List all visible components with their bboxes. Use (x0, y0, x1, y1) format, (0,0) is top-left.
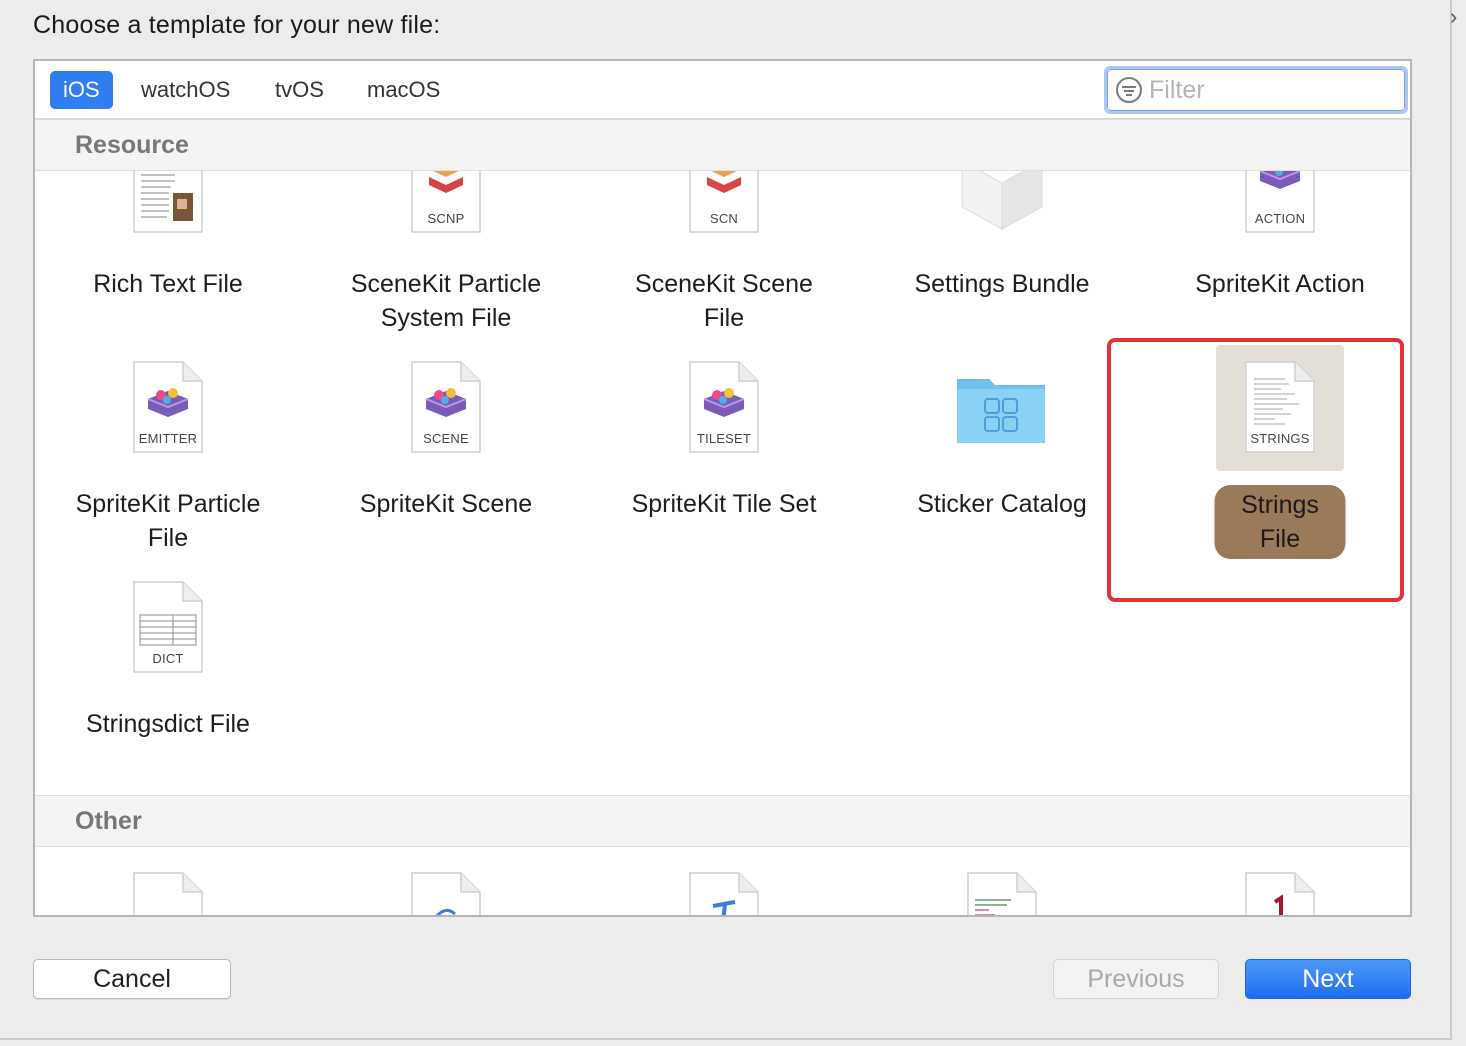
template-label: SpriteKit Particle (75, 490, 261, 518)
template-label: SpriteKit Scene (359, 490, 533, 518)
file-type-tag: SCENE (423, 431, 469, 446)
hammer-doc-icon[interactable] (689, 872, 759, 915)
filter-field[interactable] (1104, 66, 1408, 114)
template-strings-file[interactable]: STRINGS Strings File (1149, 345, 1410, 577)
filter-input[interactable] (1149, 74, 1399, 106)
strings-doc-icon: STRINGS (1245, 361, 1315, 453)
template-spritekit-tile-set[interactable]: TILESET SpriteKit Tile Set (593, 357, 855, 577)
template-label: SceneKit Scene (635, 270, 813, 298)
spritekit-doc-icon: SCENE (411, 361, 481, 453)
template-label: Rich Text File (93, 270, 243, 298)
template-rich-text-file[interactable]: Rich Text File (37, 171, 299, 341)
file-type-tag: TILESET (696, 431, 752, 446)
section-title-resource: Resource (75, 131, 189, 159)
swift-doc-icon[interactable] (411, 872, 481, 915)
spritekit-doc-icon: EMITTER (133, 361, 203, 453)
table-doc-icon: DICT (133, 581, 203, 673)
template-panel: iOS watchOS tvOS macOS Resource (33, 59, 1412, 917)
scenekit-doc-icon: SCN (689, 171, 759, 233)
template-label: SceneKit Particle (350, 270, 542, 298)
template-settings-bundle[interactable]: Settings Bundle (871, 171, 1133, 341)
spritekit-doc-icon: TILESET (689, 361, 759, 453)
template-stringsdict-file[interactable]: DICT Stringsdict File (37, 577, 299, 757)
template-label-selected: Strings File (1214, 485, 1346, 559)
next-button[interactable]: Next (1245, 959, 1411, 999)
template-spritekit-particle-file[interactable]: EMITTER SpriteKit Particle File (37, 357, 299, 577)
resource-template-grid: Rich Text File SCNP SceneKit Particle Sy… (35, 171, 1410, 795)
template-label-line2: File (147, 524, 189, 552)
tab-tvos[interactable]: tvOS (262, 71, 337, 109)
template-chooser-sheet: › Choose a template for your new file: i… (0, 0, 1457, 1040)
tab-macos[interactable]: macOS (354, 71, 453, 109)
platform-tab-bar: iOS watchOS tvOS macOS (35, 61, 1410, 119)
chevron-right-icon: › (1450, 4, 1458, 29)
template-label: SpriteKit Action (1195, 270, 1365, 298)
rich-text-doc-icon (133, 171, 203, 233)
section-header-resource: Resource (35, 119, 1410, 171)
tab-ios[interactable]: iOS (50, 71, 113, 109)
scenekit-doc-icon: SCNP (411, 171, 481, 233)
file-type-tag: DICT (152, 651, 184, 666)
template-label: SpriteKit Tile Set (631, 490, 817, 518)
code-doc-icon[interactable] (967, 872, 1037, 915)
other-template-grid (35, 847, 1410, 915)
template-label-line2: File (703, 304, 745, 332)
template-sticker-catalog[interactable]: Sticker Catalog (871, 357, 1133, 577)
spritekit-doc-icon: ACTION (1245, 171, 1315, 233)
template-label: Sticker Catalog (917, 490, 1087, 518)
file-type-tag: STRINGS (1250, 431, 1310, 446)
file-type-tag: ACTION (1254, 211, 1306, 226)
rtf-numbered-doc-icon[interactable] (1245, 872, 1315, 915)
previous-button[interactable]: Previous (1053, 959, 1219, 999)
template-label: Settings Bundle (914, 270, 1090, 298)
tab-watchos[interactable]: watchOS (128, 71, 243, 109)
template-label-line2: System File (380, 304, 512, 332)
file-type-tag: SCN (709, 211, 739, 226)
dialog-prompt: Choose a template for your new file: (33, 11, 441, 39)
section-header-other: Other (35, 795, 1410, 847)
cancel-button[interactable]: Cancel (33, 959, 231, 999)
blank-doc-icon[interactable] (133, 872, 203, 915)
settings-bundle-box-icon (959, 171, 1045, 231)
template-scenekit-particle-system-file[interactable]: SCNP SceneKit Particle System File (315, 171, 577, 341)
template-label: Stringsdict File (86, 710, 250, 738)
template-scenekit-scene-file[interactable]: SCN SceneKit Scene File (593, 171, 855, 341)
file-type-tag: SCNP (427, 211, 465, 226)
sticker-folder-icon (955, 373, 1047, 447)
filter-icon (1116, 77, 1142, 103)
file-type-tag: EMITTER (138, 431, 198, 446)
template-spritekit-action[interactable]: ACTION SpriteKit Action (1149, 171, 1410, 341)
template-spritekit-scene[interactable]: SCENE SpriteKit Scene (315, 357, 577, 577)
section-title-other: Other (75, 807, 142, 835)
